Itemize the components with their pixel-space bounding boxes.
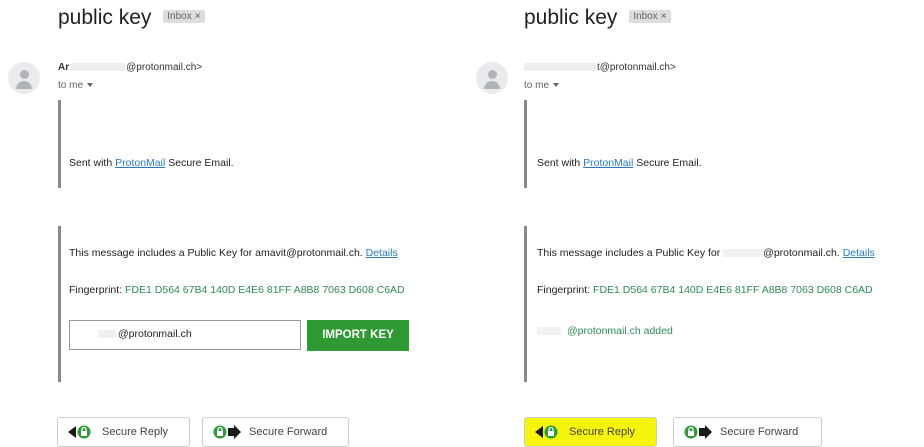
- protonmail-link[interactable]: ProtonMail: [115, 157, 165, 169]
- fingerprint: Fingerprint: FDE1 D564 67B4 140D E4E6 81…: [69, 284, 405, 296]
- redacted-text: [524, 63, 596, 72]
- secure-forward-icon: [684, 425, 712, 439]
- avatar: [8, 62, 40, 94]
- email-panel-before-import: public key Inbox × Ar @protonmail.ch> to m…: [0, 0, 462, 447]
- public-key-message: This message includes a Public Key for a…: [69, 247, 398, 259]
- remove-label-icon[interactable]: ×: [195, 11, 201, 22]
- protonmail-link[interactable]: ProtonMail: [583, 157, 633, 169]
- secure-forward-button[interactable]: Secure Forward: [673, 417, 822, 447]
- inbox-label: Inbox ×: [629, 9, 671, 23]
- redacted-text: [537, 327, 561, 336]
- sender-email: @protonmail.ch>: [126, 62, 203, 73]
- email-address-field[interactable]: @protonmail.ch: [69, 320, 301, 350]
- secure-forward-icon: [213, 425, 241, 439]
- email-subject: public key Inbox ×: [58, 6, 205, 30]
- signature-line: Sent with ProtonMail Secure Email.: [69, 157, 234, 169]
- fingerprint: Fingerprint: FDE1 D564 67B4 140D E4E6 81…: [537, 284, 873, 296]
- signature-line: Sent with ProtonMail Secure Email.: [537, 157, 702, 169]
- email-subject: public key Inbox ×: [524, 6, 671, 30]
- remove-label-icon[interactable]: ×: [661, 11, 667, 22]
- quote-bar: [524, 226, 527, 382]
- details-link[interactable]: Details: [366, 247, 398, 259]
- key-added-status: @protonmail.ch added: [537, 325, 673, 337]
- quote-bar: [58, 226, 61, 382]
- import-key-button[interactable]: IMPORT KEY: [307, 320, 409, 351]
- public-key-message: This message includes a Public Key for @…: [537, 247, 875, 259]
- recipient-dropdown[interactable]: to me: [524, 80, 560, 91]
- fingerprint-value: FDE1 D564 67B4 140D E4E6 81FF A8B8 7063 …: [593, 284, 873, 296]
- sender-line: t@protonmail.ch>: [524, 62, 676, 73]
- redacted-text: [71, 63, 126, 72]
- details-link[interactable]: Details: [843, 247, 875, 259]
- inbox-label: Inbox ×: [163, 9, 205, 23]
- recipient-dropdown[interactable]: to me: [58, 80, 94, 91]
- redacted-text: [98, 330, 116, 339]
- secure-reply-icon: [535, 425, 558, 439]
- sender-line: Ar @protonmail.ch>: [58, 62, 202, 73]
- secure-reply-button[interactable]: Secure Reply: [57, 417, 190, 447]
- sender-name: Ar: [58, 62, 70, 73]
- email-panel-after-import: public key Inbox × t@protonmail.ch> to me…: [462, 0, 924, 447]
- redacted-text: [723, 249, 764, 258]
- secure-forward-button[interactable]: Secure Forward: [202, 417, 349, 447]
- sender-email: t@protonmail.ch>: [597, 62, 676, 73]
- chevron-down-icon[interactable]: [87, 83, 94, 88]
- chevron-down-icon[interactable]: [553, 83, 560, 88]
- quote-bar: [524, 100, 527, 188]
- quote-bar: [58, 100, 61, 188]
- fingerprint-value: FDE1 D564 67B4 140D E4E6 81FF A8B8 7063 …: [125, 284, 405, 296]
- avatar: [476, 62, 508, 94]
- secure-reply-button[interactable]: Secure Reply: [524, 417, 657, 447]
- secure-reply-icon: [68, 425, 91, 439]
